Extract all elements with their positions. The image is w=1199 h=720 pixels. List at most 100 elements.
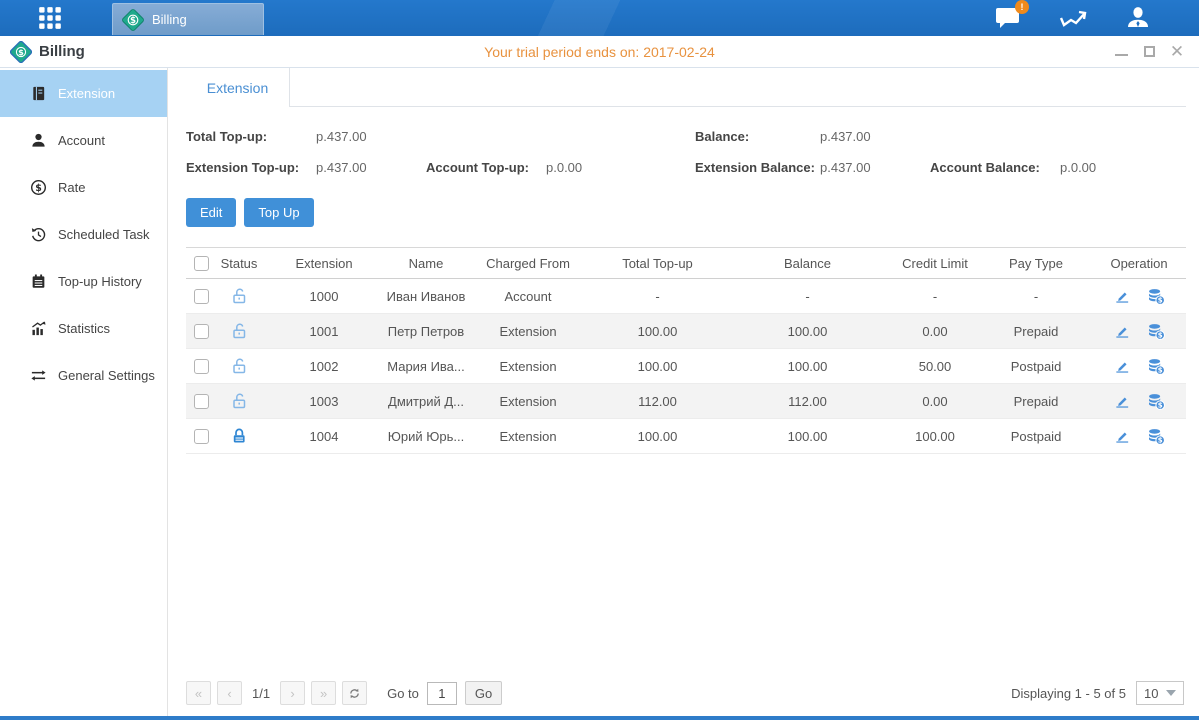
row-checkbox[interactable] <box>194 394 209 409</box>
page-size-value: 10 <box>1144 686 1158 701</box>
row-checkbox[interactable] <box>194 359 209 374</box>
billing-diamond-icon <box>122 9 144 31</box>
topup-coins-icon[interactable] <box>1147 287 1165 305</box>
lock-open-icon[interactable] <box>230 357 248 375</box>
trial-notice: Your trial period ends on: 2017-02-24 <box>0 44 1199 60</box>
lock-open-icon[interactable] <box>230 287 248 305</box>
last-page-button[interactable]: » <box>311 681 336 705</box>
page-size-select[interactable]: 10 <box>1136 681 1184 705</box>
edit-pencil-icon[interactable] <box>1114 428 1131 445</box>
app-launcher-grid-icon[interactable] <box>30 3 70 33</box>
cell-charged-from: Extension <box>466 429 590 444</box>
edit-pencil-icon[interactable] <box>1114 358 1131 375</box>
col-status: Status <box>216 256 262 271</box>
account-topup-label: Account Top-up: <box>426 160 546 175</box>
cell-name: Дмитрий Д... <box>386 394 466 409</box>
balance-value: p.437.00 <box>820 129 930 144</box>
tab-extension[interactable]: Extension <box>186 68 290 107</box>
col-pay-type: Pay Type <box>980 256 1092 271</box>
sidebar-item-account[interactable]: Account <box>0 117 167 164</box>
table-row: 1000 Иван Иванов Account - - - - <box>186 279 1186 314</box>
sidebar-item-scheduled-task[interactable]: Scheduled Task <box>0 211 167 258</box>
sidebar-item-general-settings[interactable]: General Settings <box>0 352 167 399</box>
minimize-button[interactable] <box>1113 45 1129 59</box>
edit-pencil-icon[interactable] <box>1114 288 1131 305</box>
sidebar-item-label: Account <box>58 133 105 148</box>
taskbar-tab-billing[interactable]: Billing <box>112 3 264 35</box>
topup-coins-icon[interactable] <box>1147 322 1165 340</box>
account-balance-label: Account Balance: <box>930 160 1060 175</box>
account-balance-value: p.0.00 <box>1060 160 1186 175</box>
cell-extension: 1000 <box>262 289 386 304</box>
window-title: Billing <box>39 43 85 60</box>
first-page-button[interactable]: « <box>186 681 211 705</box>
cell-total-topup: 100.00 <box>590 359 725 374</box>
sidebar-item-rate[interactable]: $ Rate <box>0 164 167 211</box>
maximize-button[interactable] <box>1141 45 1157 59</box>
cell-balance: - <box>725 289 890 304</box>
cell-charged-from: Extension <box>466 359 590 374</box>
col-total-topup: Total Top-up <box>590 256 725 271</box>
close-button[interactable]: ✕ <box>1169 45 1185 59</box>
reports-chart-icon[interactable] <box>1059 6 1087 30</box>
prev-page-button[interactable]: ‹ <box>217 681 242 705</box>
next-page-button[interactable]: › <box>280 681 305 705</box>
refresh-button[interactable] <box>342 681 367 705</box>
table-row: 1004 Юрий Юрь... Extension 100.00 100.00… <box>186 419 1186 454</box>
topup-coins-icon[interactable] <box>1147 427 1165 445</box>
topup-coins-icon[interactable] <box>1147 357 1165 375</box>
row-checkbox[interactable] <box>194 324 209 339</box>
taskbar-tab-label: Billing <box>152 12 187 27</box>
extensions-table: Status Extension Name Charged From Total… <box>186 247 1186 454</box>
dollar-circle-icon: $ <box>30 179 47 196</box>
cell-credit-limit: 0.00 <box>890 394 980 409</box>
balance-label: Balance: <box>695 129 820 144</box>
row-checkbox[interactable] <box>194 289 209 304</box>
user-account-icon[interactable] <box>1125 5 1151 31</box>
messages-icon[interactable]: ! <box>995 6 1021 30</box>
go-button[interactable]: Go <box>465 681 502 705</box>
cell-name: Юрий Юрь... <box>386 429 466 444</box>
row-checkbox[interactable] <box>194 429 209 444</box>
cell-total-topup: 100.00 <box>590 429 725 444</box>
cell-balance: 100.00 <box>725 324 890 339</box>
cell-total-topup: 112.00 <box>590 394 725 409</box>
sidebar-item-label: General Settings <box>58 368 155 383</box>
edit-pencil-icon[interactable] <box>1114 393 1131 410</box>
cell-credit-limit: - <box>890 289 980 304</box>
cell-credit-limit: 100.00 <box>890 429 980 444</box>
cell-balance: 100.00 <box>725 429 890 444</box>
topup-coins-icon[interactable] <box>1147 392 1165 410</box>
lock-closed-icon[interactable] <box>230 427 248 445</box>
goto-page-input[interactable] <box>427 682 457 705</box>
main-panel: Extension Total Top-up: p.437.00 Balance… <box>168 68 1199 716</box>
sidebar-item-extension[interactable]: Extension <box>0 70 167 117</box>
sidebar-item-label: Extension <box>58 86 115 101</box>
edit-pencil-icon[interactable] <box>1114 323 1131 340</box>
cell-credit-limit: 50.00 <box>890 359 980 374</box>
sidebar-item-label: Rate <box>58 180 85 195</box>
table-row: 1002 Мария Ива... Extension 100.00 100.0… <box>186 349 1186 384</box>
cell-charged-from: Extension <box>466 324 590 339</box>
ledger-icon <box>30 273 47 290</box>
taskbar: Billing ! <box>0 0 1199 36</box>
top-up-button[interactable]: Top Up <box>244 198 313 227</box>
sidebar-item-statistics[interactable]: Statistics <box>0 305 167 352</box>
sidebar-item-topup-history[interactable]: Top-up History <box>0 258 167 305</box>
select-all-checkbox[interactable] <box>194 256 209 271</box>
extension-balance-label: Extension Balance: <box>695 160 820 175</box>
cell-charged-from: Account <box>466 289 590 304</box>
svg-text:$: $ <box>35 183 42 194</box>
edit-button[interactable]: Edit <box>186 198 236 227</box>
bar-chart-icon <box>30 320 47 337</box>
svg-text:$: $ <box>18 46 24 56</box>
total-topup-label: Total Top-up: <box>186 129 316 144</box>
billing-app-window: Billing ! <box>0 0 1199 720</box>
sidebar-item-label: Statistics <box>58 321 110 336</box>
lock-open-icon[interactable] <box>230 322 248 340</box>
col-name: Name <box>386 256 466 271</box>
sidebar-item-label: Top-up History <box>58 274 142 289</box>
col-operation: Operation <box>1092 256 1186 271</box>
cell-extension: 1001 <box>262 324 386 339</box>
lock-open-icon[interactable] <box>230 392 248 410</box>
